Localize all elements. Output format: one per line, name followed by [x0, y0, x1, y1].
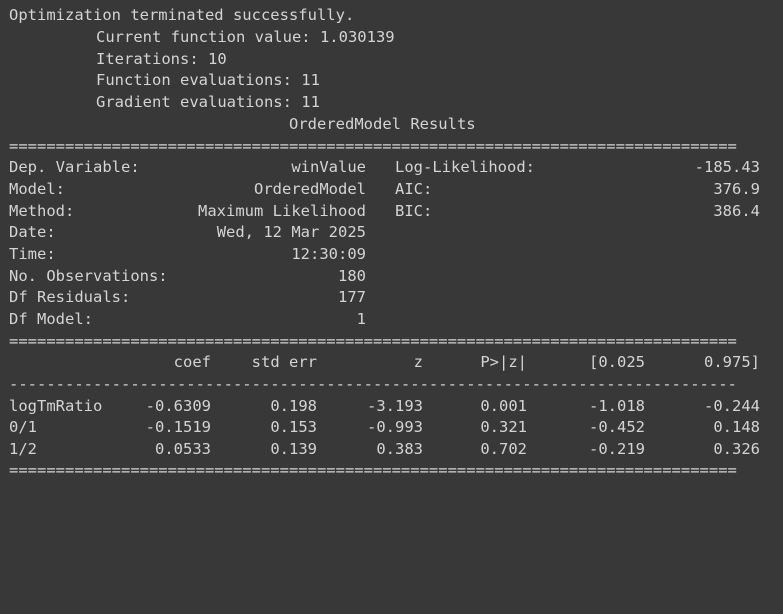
row-std-err: 0.139	[270, 440, 317, 458]
summary-row: Model: OrderedModel AIC: 376.9	[9, 178, 760, 200]
time-label: Time:	[9, 245, 56, 263]
date-label: Date:	[9, 223, 56, 241]
header-pvalue: P>|z|	[480, 353, 527, 371]
row-name: 0/1	[9, 418, 37, 436]
row-std-err: 0.153	[270, 418, 317, 436]
row-coef: 0.0533	[155, 440, 211, 458]
separator-double: ========================================…	[9, 332, 737, 350]
df-model-label: Df Model:	[9, 310, 93, 328]
row-ci-low: -0.452	[589, 418, 645, 436]
model-value: OrderedModel	[254, 180, 366, 198]
iterations: Iterations: 10	[96, 50, 227, 68]
df-residuals-value: 177	[338, 288, 366, 306]
df-model-value: 1	[356, 310, 366, 328]
summary-row: No. Observations: 180	[9, 265, 760, 287]
method-label: Method:	[9, 202, 75, 220]
table-row: 1/2 0.0533 0.139 0.383 0.702 -0.219 0.32…	[9, 438, 760, 460]
summary-row: Time: 12:30:09	[9, 243, 760, 265]
header-coef: coef	[173, 353, 211, 371]
optimization-message: Optimization terminated successfully.	[9, 6, 355, 24]
row-pvalue: 0.702	[480, 440, 527, 458]
row-z: -0.993	[367, 418, 423, 436]
results-title: OrderedModel Results	[289, 115, 476, 133]
summary-row: Dep. Variable: winValue Log-Likelihood: …	[9, 156, 760, 178]
summary-row: Date: Wed, 12 Mar 2025	[9, 221, 760, 243]
gradient-evaluations: Gradient evaluations: 11	[96, 93, 320, 111]
aic-value: 376.9	[713, 180, 760, 198]
row-pvalue: 0.001	[480, 397, 527, 415]
date-value: Wed, 12 Mar 2025	[216, 223, 366, 241]
row-pvalue: 0.321	[480, 418, 527, 436]
row-ci-low: -0.219	[589, 440, 645, 458]
summary-row: Method: Maximum Likelihood BIC: 386.4	[9, 200, 760, 222]
header-std-err: std err	[251, 353, 317, 371]
bic-value: 386.4	[713, 202, 760, 220]
bic-label: BIC:	[395, 202, 433, 220]
log-likelihood-value: -185.43	[694, 158, 760, 176]
method-value: Maximum Likelihood	[198, 202, 366, 220]
function-evaluations: Function evaluations: 11	[96, 71, 320, 89]
row-ci-high: 0.148	[713, 418, 760, 436]
row-coef: -0.1519	[145, 418, 211, 436]
time-value: 12:30:09	[291, 245, 366, 263]
separator-single: ----------------------------------------…	[9, 375, 737, 393]
table-row: logTmRatio -0.6309 0.198 -3.193 0.001 -1…	[9, 395, 760, 417]
row-ci-low: -1.018	[589, 397, 645, 415]
df-residuals-label: Df Residuals:	[9, 288, 131, 306]
output-cell: { "log": { "message": "Optimization term…	[0, 0, 783, 493]
row-name: 1/2	[9, 440, 37, 458]
header-ci-high: 0.975]	[704, 353, 760, 371]
separator-double: ========================================…	[9, 461, 737, 479]
table-row: 0/1 -0.1519 0.153 -0.993 0.321 -0.452 0.…	[9, 416, 760, 438]
row-coef: -0.6309	[145, 397, 211, 415]
dep-variable-value: winValue	[291, 158, 366, 176]
model-label: Model:	[9, 180, 65, 198]
summary-row: Df Model: 1	[9, 308, 760, 330]
header-z: z	[413, 353, 423, 371]
summary-row: Df Residuals: 177	[9, 286, 760, 308]
row-z: -3.193	[367, 397, 423, 415]
dep-variable-label: Dep. Variable:	[9, 158, 140, 176]
log-likelihood-label: Log-Likelihood:	[395, 158, 535, 176]
nobs-value: 180	[338, 267, 366, 285]
row-std-err: 0.198	[270, 397, 317, 415]
row-ci-high: -0.244	[704, 397, 760, 415]
row-name: logTmRatio	[9, 397, 103, 415]
row-z: 0.383	[376, 440, 423, 458]
row-ci-high: 0.326	[713, 440, 760, 458]
coef-table-header: coef std err z P>|z| [0.025 0.975]	[9, 351, 760, 373]
header-ci-low: [0.025	[589, 353, 645, 371]
nobs-label: No. Observations:	[9, 267, 168, 285]
aic-label: AIC:	[395, 180, 433, 198]
separator-double: ========================================…	[9, 137, 737, 155]
current-function-value: Current function value: 1.030139	[96, 28, 395, 46]
